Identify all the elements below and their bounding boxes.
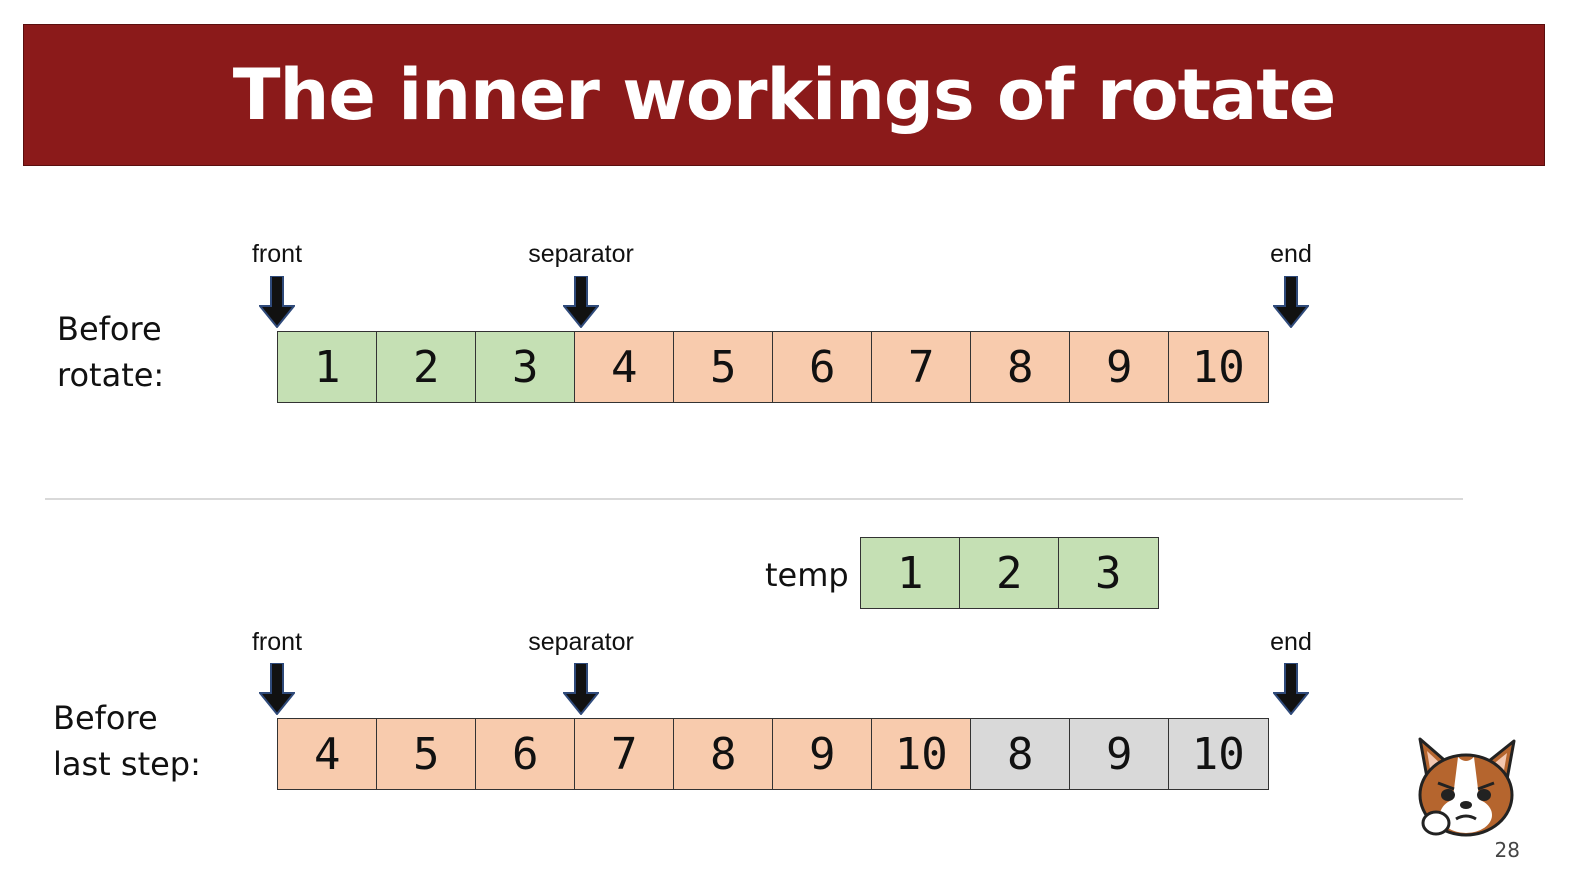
- slide-title: The inner workings of rotate: [232, 54, 1336, 136]
- down-arrow-icon: [563, 663, 599, 715]
- array-cell: 7: [574, 718, 675, 790]
- section-divider: [45, 498, 1463, 500]
- array-cell: 1: [277, 331, 378, 403]
- array-cell: 8: [970, 331, 1071, 403]
- array-cell: 5: [376, 718, 477, 790]
- down-arrow-icon: [1273, 276, 1309, 328]
- array-cell: 2: [376, 331, 477, 403]
- temp-cell: 1: [860, 537, 961, 609]
- down-arrow-icon: [259, 663, 295, 715]
- temp-label: temp: [765, 556, 849, 594]
- before-last-step-label: Before last step:: [53, 699, 201, 783]
- down-arrow-icon: [259, 276, 295, 328]
- array-cell: 3: [475, 331, 576, 403]
- pointer-label-separator: separator: [528, 240, 634, 268]
- array-cell: 10: [871, 718, 972, 790]
- temp-cell: 3: [1058, 537, 1159, 609]
- pointer-label-separator: separator: [528, 628, 634, 656]
- corgi-mascot-icon: [1418, 737, 1516, 837]
- array-before-last-step: 4 5 6 7 8 9 10 8 9 10: [277, 718, 1269, 790]
- page-number: 28: [1494, 838, 1520, 862]
- array-cell: 7: [871, 331, 972, 403]
- array-cell: 10: [1168, 718, 1269, 790]
- temp-array: 1 2 3: [860, 537, 1159, 609]
- before-rotate-label: Before rotate:: [57, 310, 165, 394]
- down-arrow-icon: [563, 276, 599, 328]
- array-cell: 10: [1168, 331, 1269, 403]
- temp-cell: 2: [959, 537, 1060, 609]
- pointer-label-front: front: [251, 628, 303, 656]
- array-cell: 8: [673, 718, 774, 790]
- down-arrow-icon: [1273, 663, 1309, 715]
- title-bar: The inner workings of rotate: [23, 24, 1545, 166]
- pointer-label-end: end: [1270, 628, 1312, 656]
- array-before-rotate: 1 2 3 4 5 6 7 8 9 10: [277, 331, 1269, 403]
- array-cell: 9: [1069, 718, 1170, 790]
- pointer-label-end: end: [1270, 240, 1312, 268]
- array-cell: 9: [1069, 331, 1170, 403]
- array-cell: 9: [772, 718, 873, 790]
- array-cell: 4: [277, 718, 378, 790]
- array-cell: 6: [475, 718, 576, 790]
- pointer-label-front: front: [251, 240, 303, 268]
- array-cell: 8: [970, 718, 1071, 790]
- array-cell: 6: [772, 331, 873, 403]
- array-cell: 4: [574, 331, 675, 403]
- array-cell: 5: [673, 331, 774, 403]
